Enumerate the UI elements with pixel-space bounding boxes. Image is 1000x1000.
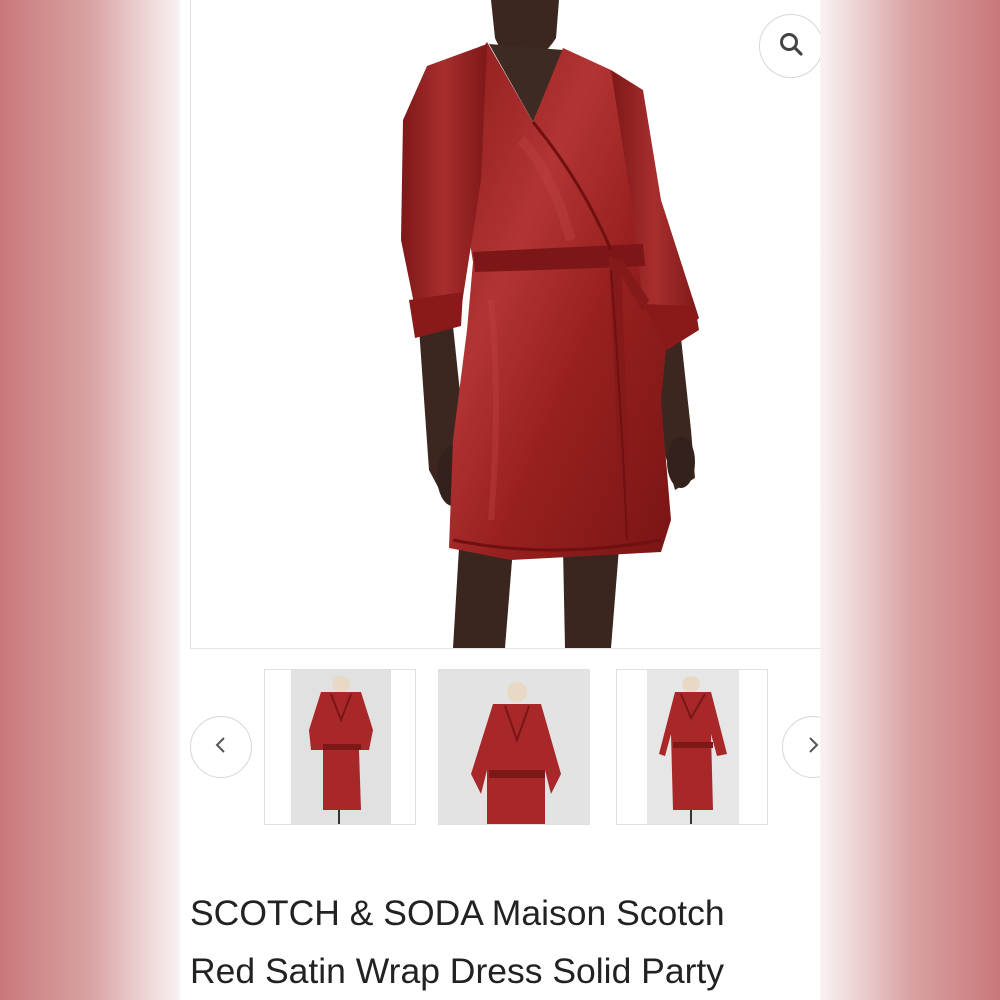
thumbnail-2-image — [439, 670, 589, 824]
model-dress-illustration — [401, 0, 699, 648]
product-title-line-2: Red Satin Wrap Dress Solid Party — [190, 951, 725, 991]
product-title-line-1: SCOTCH & SODA Maison Scotch — [190, 893, 725, 933]
thumbnail-3[interactable] — [616, 669, 768, 825]
carousel-prev-button[interactable] — [190, 716, 252, 778]
thumbnail-2[interactable] — [438, 669, 590, 825]
thumbnail-1[interactable] — [264, 669, 416, 825]
thumbnail-3-image — [647, 670, 739, 824]
search-icon — [778, 31, 804, 62]
thumbnail-carousel — [180, 668, 820, 828]
product-title: SCOTCH & SODA Maison Scotch Red Satin Wr… — [190, 884, 820, 1000]
product-card: SCOTCH & SODA Maison Scotch Red Satin Wr… — [180, 0, 820, 1000]
chevron-right-icon — [805, 735, 820, 760]
thumbnail-1-image — [291, 670, 391, 824]
carousel-next-button[interactable] — [782, 716, 820, 778]
chevron-left-icon — [213, 735, 229, 760]
zoom-button[interactable] — [759, 14, 820, 78]
main-product-image[interactable] — [190, 0, 820, 649]
